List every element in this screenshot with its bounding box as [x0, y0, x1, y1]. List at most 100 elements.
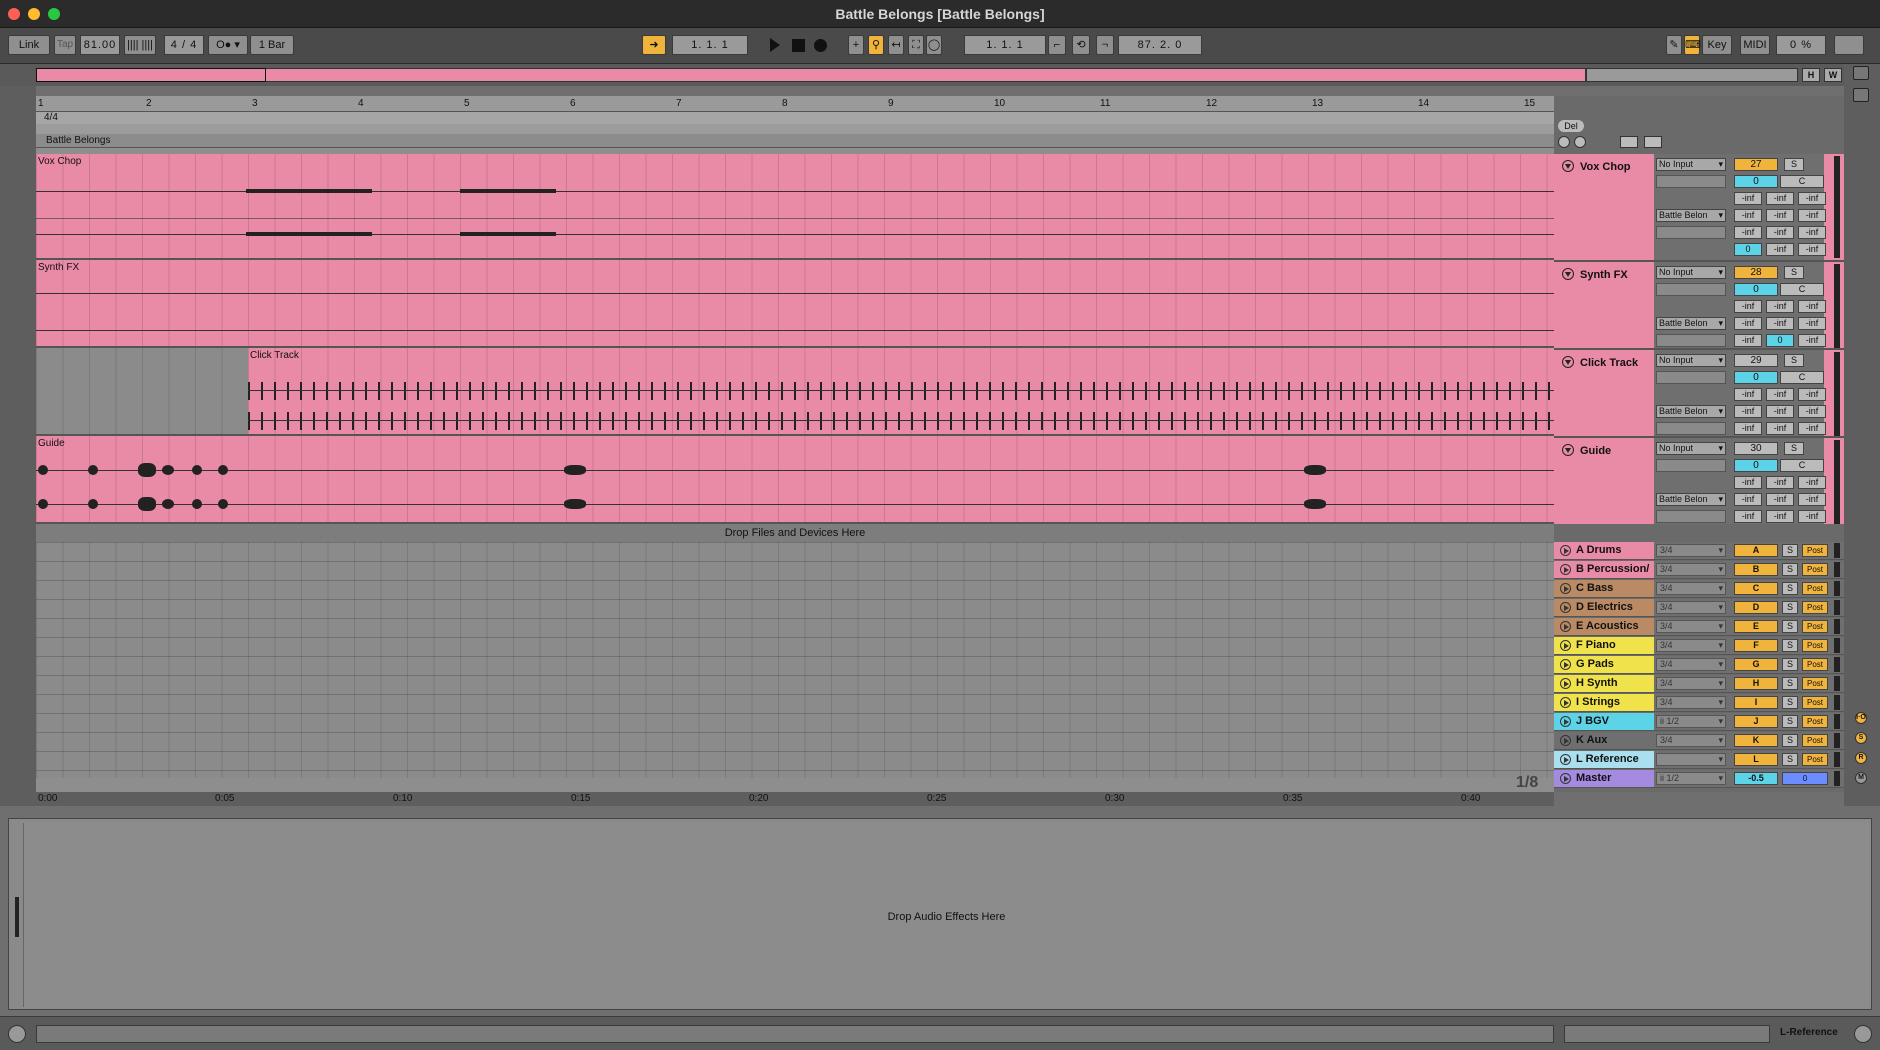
- solo-button[interactable]: S: [1784, 442, 1804, 455]
- send-c[interactable]: -inf: [1798, 192, 1826, 205]
- track-synth-fx[interactable]: Synth FX: [36, 260, 1554, 348]
- fold-icon[interactable]: [1562, 356, 1574, 368]
- time-signature-lane[interactable]: 4/4: [36, 112, 1554, 124]
- solo-button[interactable]: S: [1782, 658, 1798, 671]
- return-track[interactable]: C Bass 3/4 CS Post: [1554, 580, 1844, 598]
- solo-button[interactable]: S: [1782, 601, 1798, 614]
- metronome-icon[interactable]: O● ▾: [208, 35, 248, 55]
- send-h[interactable]: -inf: [1766, 510, 1794, 523]
- play-icon[interactable]: [1560, 564, 1571, 575]
- play-icon[interactable]: [1560, 602, 1571, 613]
- send-i[interactable]: -inf: [1798, 510, 1826, 523]
- fold-icon[interactable]: [1562, 160, 1574, 172]
- track-name[interactable]: Guide: [1562, 444, 1611, 457]
- record-button[interactable]: [814, 39, 827, 52]
- send-f[interactable]: -inf: [1798, 209, 1826, 222]
- song-locator[interactable]: Battle Belongs: [36, 134, 1554, 148]
- send-g[interactable]: -inf: [1734, 422, 1762, 435]
- post-button[interactable]: Post: [1802, 620, 1828, 633]
- device-view[interactable]: Drop Audio Effects Here: [8, 818, 1872, 1010]
- send-j[interactable]: 0: [1734, 243, 1762, 256]
- quantization-select[interactable]: 1 Bar: [250, 35, 294, 55]
- send-b[interactable]: -inf: [1766, 300, 1794, 313]
- return-input-select[interactable]: [1656, 753, 1726, 766]
- columns-icon[interactable]: [1853, 88, 1869, 102]
- return-input-select[interactable]: 3/4: [1656, 696, 1726, 709]
- return-tracks-lanes[interactable]: [36, 542, 1554, 778]
- post-button[interactable]: Post: [1802, 753, 1828, 766]
- return-input-select[interactable]: 3/4: [1656, 677, 1726, 690]
- return-letter[interactable]: E: [1734, 620, 1778, 633]
- play-icon[interactable]: [1560, 678, 1571, 689]
- solo-button[interactable]: S: [1782, 563, 1798, 576]
- return-letter[interactable]: L: [1734, 753, 1778, 766]
- return-track-name[interactable]: A Drums: [1554, 542, 1654, 559]
- return-input-select[interactable]: 3/4: [1656, 582, 1726, 595]
- pan-field[interactable]: C: [1780, 283, 1824, 296]
- follow-icon[interactable]: ➜: [642, 35, 666, 55]
- solo-button[interactable]: S: [1782, 734, 1798, 747]
- mixer-icon[interactable]: M: [1855, 772, 1867, 784]
- send-b[interactable]: -inf: [1766, 476, 1794, 489]
- lock-icon[interactable]: [1644, 136, 1662, 148]
- send-d[interactable]: -inf: [1734, 209, 1762, 222]
- w-button[interactable]: W: [1824, 68, 1842, 82]
- input-channel[interactable]: [1656, 283, 1726, 296]
- return-input-select[interactable]: 3/4: [1656, 544, 1726, 557]
- return-track-name[interactable]: B Percussion/: [1554, 561, 1654, 578]
- send-c[interactable]: -inf: [1798, 300, 1826, 313]
- send-i[interactable]: -inf: [1798, 422, 1826, 435]
- send-e[interactable]: -inf: [1766, 405, 1794, 418]
- mixer-track-synth-fx[interactable]: Synth FX No Input Battle Belon 28 S 0 C …: [1554, 260, 1844, 348]
- return-track-name[interactable]: E Acoustics: [1554, 618, 1654, 635]
- locator-lane[interactable]: [36, 124, 1554, 134]
- return-track[interactable]: J BGV ii 1/2 JS Post: [1554, 713, 1844, 731]
- song-position-field[interactable]: 1. 1. 1: [672, 35, 748, 55]
- pan-field[interactable]: C: [1780, 371, 1824, 384]
- solo-button[interactable]: S: [1782, 696, 1798, 709]
- overview-strip[interactable]: [36, 68, 1586, 82]
- post-button[interactable]: Post: [1802, 563, 1828, 576]
- forward-icon[interactable]: [1574, 136, 1586, 148]
- post-button[interactable]: Post: [1802, 696, 1828, 709]
- send-b[interactable]: -inf: [1766, 388, 1794, 401]
- arrangement-view[interactable]: 1 2 3 4 5 6 7 8 9 10 11 12 13 14 15 4/4 …: [36, 96, 1554, 806]
- track-number[interactable]: 29: [1734, 354, 1778, 367]
- post-button[interactable]: Post: [1802, 677, 1828, 690]
- empty-region[interactable]: [36, 348, 248, 434]
- return-track[interactable]: L Reference LS Post: [1554, 751, 1844, 769]
- post-button[interactable]: Post: [1802, 734, 1828, 747]
- input-select[interactable]: No Input: [1656, 266, 1726, 279]
- send-a[interactable]: -inf: [1734, 476, 1762, 489]
- send-e[interactable]: -inf: [1766, 317, 1794, 330]
- input-channel[interactable]: [1656, 371, 1726, 384]
- h-button[interactable]: H: [1802, 68, 1820, 82]
- return-track-name[interactable]: H Synth: [1554, 675, 1654, 692]
- return-track-name[interactable]: Master: [1554, 770, 1654, 787]
- output-select[interactable]: Battle Belon: [1656, 317, 1726, 330]
- mixer-track-click-track[interactable]: Click Track No Input Battle Belon 29 S 0…: [1554, 348, 1844, 436]
- return-letter[interactable]: K: [1734, 734, 1778, 747]
- send-h[interactable]: 0: [1766, 334, 1794, 347]
- return-track[interactable]: E Acoustics 3/4 ES Post: [1554, 618, 1844, 636]
- play-icon[interactable]: [1560, 659, 1571, 670]
- loop-length-field[interactable]: 87. 2. 0: [1118, 35, 1202, 55]
- play-icon[interactable]: [1560, 716, 1571, 727]
- solo-button[interactable]: S: [1782, 715, 1798, 728]
- send-h[interactable]: -inf: [1766, 226, 1794, 239]
- reenable-automation-icon[interactable]: ↤: [888, 35, 904, 55]
- play-icon[interactable]: [1560, 640, 1571, 651]
- send-c[interactable]: -inf: [1798, 388, 1826, 401]
- track-guide[interactable]: Guide: [36, 436, 1554, 524]
- expand-icon[interactable]: [1620, 136, 1638, 148]
- play-icon[interactable]: [1560, 735, 1571, 746]
- post-button[interactable]: Post: [1802, 582, 1828, 595]
- delete-button[interactable]: Del: [1558, 120, 1584, 132]
- return-input-select[interactable]: 3/4: [1656, 620, 1726, 633]
- return-track-name[interactable]: G Pads: [1554, 656, 1654, 673]
- return-letter[interactable]: B: [1734, 563, 1778, 576]
- solo-button[interactable]: S: [1782, 544, 1798, 557]
- send-h[interactable]: -inf: [1766, 422, 1794, 435]
- play-icon[interactable]: [1560, 697, 1571, 708]
- input-channel[interactable]: [1656, 175, 1726, 188]
